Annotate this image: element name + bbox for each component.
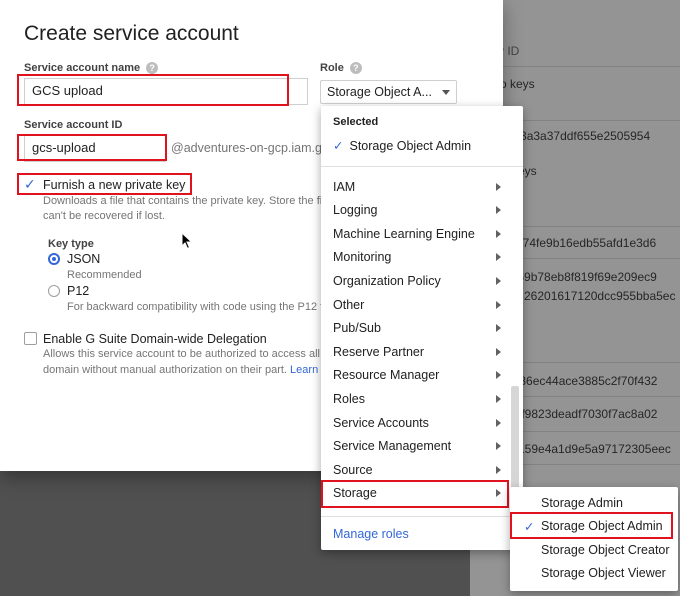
gsuite-delegation-checkbox[interactable]	[24, 332, 37, 345]
menu-item-reserve-partner[interactable]: Reserve Partner	[321, 340, 511, 363]
furnish-key-help-line-1: Downloads a file that contains the priva…	[43, 195, 325, 207]
menu-item-service-management[interactable]: Service Management	[321, 435, 511, 458]
menu-selected-header: Selected	[333, 116, 379, 128]
menu-item-other[interactable]: Other	[321, 293, 511, 316]
role-label: Role ?	[320, 62, 362, 74]
storage-submenu: Storage Admin ✓ Storage Object Admin Storag…	[510, 487, 678, 591]
menu-item-roles[interactable]: Roles	[321, 387, 511, 410]
submenu-item-storage-object-admin[interactable]: ✓ Storage Object Admin	[510, 515, 678, 538]
submenu-item-storage-object-creator[interactable]: Storage Object Creator	[510, 538, 678, 561]
menu-item-label: Service Management	[333, 439, 452, 454]
menu-item-source[interactable]: Source	[321, 458, 511, 481]
check-icon: ✓	[333, 139, 344, 153]
learn-more-link[interactable]: Learn	[290, 364, 318, 376]
check-icon: ✓	[24, 176, 36, 192]
chevron-right-icon	[496, 276, 501, 285]
menu-divider	[321, 516, 523, 517]
chevron-right-icon	[496, 324, 501, 333]
menu-item-label: Machine Learning Engine	[333, 226, 475, 241]
furnish-key-help-line-2: can't be recovered if lost.	[43, 210, 165, 222]
menu-item-storage[interactable]: Storage	[321, 482, 511, 505]
p12-radio-label[interactable]: P12	[67, 284, 89, 298]
submenu-item-label: Storage Object Viewer	[541, 566, 666, 581]
mouse-pointer-icon	[181, 232, 193, 250]
chevron-right-icon	[496, 418, 501, 427]
menu-item-service-accounts[interactable]: Service Accounts	[321, 411, 511, 434]
service-account-name-label: Service account name ?	[24, 62, 159, 74]
menu-divider	[321, 166, 523, 167]
chevron-right-icon	[496, 347, 501, 356]
service-account-name-input[interactable]: GCS upload	[24, 78, 308, 105]
chevron-right-icon	[496, 229, 501, 238]
menu-item-label: Logging	[333, 203, 378, 218]
menu-item-label: Storage	[333, 486, 377, 501]
chevron-right-icon	[496, 182, 501, 191]
menu-item-resource-manager[interactable]: Resource Manager	[321, 364, 511, 387]
submenu-item-storage-object-viewer[interactable]: Storage Object Viewer	[510, 562, 678, 585]
menu-selected-item[interactable]: ✓ Storage Object Admin	[333, 138, 471, 154]
menu-item-label: IAM	[333, 179, 356, 194]
service-account-id-label: Service account ID	[24, 119, 123, 131]
menu-item-label: Resource Manager	[333, 368, 440, 383]
json-radio-label[interactable]: JSON	[67, 252, 100, 266]
manage-roles-link[interactable]: Manage roles	[333, 527, 409, 541]
menu-item-label: Roles	[333, 391, 365, 406]
menu-item-label: Organization Policy	[333, 273, 441, 288]
json-radio[interactable]	[48, 253, 60, 265]
p12-radio[interactable]	[48, 285, 60, 297]
chevron-right-icon	[496, 394, 501, 403]
submenu-item-label: Storage Object Creator	[541, 542, 670, 557]
role-select[interactable]: Storage Object A...	[320, 80, 457, 104]
menu-item-label: Reserve Partner	[333, 344, 425, 359]
menu-item-pub-sub[interactable]: Pub/Sub	[321, 317, 511, 340]
menu-item-label: Service Accounts	[333, 415, 429, 430]
dialog-title: Create service account	[24, 22, 239, 45]
menu-item-label: Source	[333, 462, 373, 477]
menu-item-label: Monitoring	[333, 250, 392, 265]
furnish-key-checkbox[interactable]: ✓	[24, 176, 37, 192]
service-account-id-suffix: @adventures-on-gcp.iam.gs	[171, 141, 329, 155]
chevron-right-icon	[496, 371, 501, 380]
chevron-right-icon	[496, 465, 501, 474]
chevron-right-icon	[496, 489, 501, 498]
chevron-right-icon	[496, 206, 501, 215]
role-dropdown-menu: Selected ✓ Storage Object Admin IAM Loggi…	[321, 106, 523, 550]
submenu-item-label: Storage Object Admin	[541, 519, 663, 534]
menu-item-label: Pub/Sub	[333, 321, 381, 336]
chevron-right-icon	[496, 253, 501, 262]
gsuite-help-line-1: Allows this service account to be author…	[43, 348, 320, 360]
submenu-item-storage-admin[interactable]: Storage Admin	[510, 491, 678, 514]
gsuite-help-line-2: domain without manual authorization on t…	[43, 364, 319, 376]
help-icon[interactable]: ?	[349, 62, 362, 74]
role-select-value: Storage Object A...	[327, 85, 432, 99]
submenu-item-label: Storage Admin	[541, 495, 623, 510]
chevron-right-icon	[496, 300, 501, 309]
menu-item-logging[interactable]: Logging	[321, 199, 511, 222]
key-type-label: Key type	[48, 238, 94, 250]
menu-item-machine-learning-engine[interactable]: Machine Learning Engine	[321, 222, 511, 245]
json-radio-sub: Recommended	[67, 269, 142, 281]
menu-item-label: Other	[333, 297, 365, 312]
p12-radio-sub: For backward compatibility with code usi…	[67, 301, 324, 313]
chevron-down-icon	[442, 89, 450, 95]
service-account-id-input[interactable]: gcs-upload	[24, 135, 166, 162]
menu-item-monitoring[interactable]: Monitoring	[321, 246, 511, 269]
chevron-right-icon	[496, 442, 501, 451]
furnish-key-label[interactable]: Furnish a new private key	[43, 178, 185, 192]
check-icon: ✓	[524, 519, 535, 534]
gsuite-delegation-label[interactable]: Enable G Suite Domain-wide Delegation	[43, 332, 267, 346]
menu-item-iam[interactable]: IAM	[321, 175, 511, 198]
menu-item-organization-policy[interactable]: Organization Policy	[321, 269, 511, 292]
help-icon[interactable]: ?	[146, 62, 159, 74]
